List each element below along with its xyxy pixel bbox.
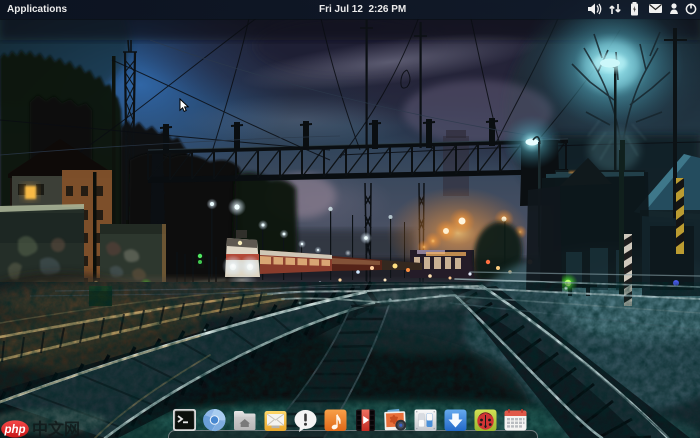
svg-text:中文网: 中文网 — [32, 420, 80, 438]
svg-text:php: php — [3, 424, 25, 436]
